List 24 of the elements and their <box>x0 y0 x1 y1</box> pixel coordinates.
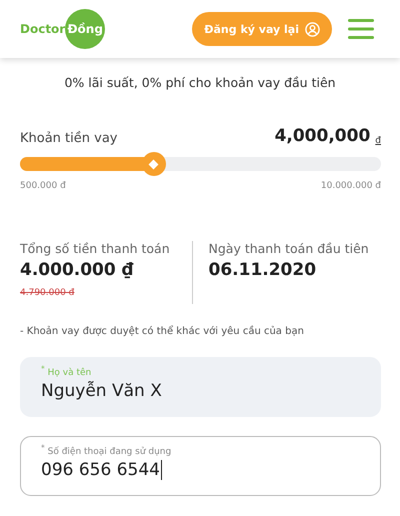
summary-value: 06.11.2020 <box>208 260 318 280</box>
amount-slider[interactable] <box>20 151 381 177</box>
loan-amount-value: 4,000,000 <box>274 126 370 146</box>
loan-amount-label: Khoản tiền vay <box>20 131 118 146</box>
currency-symbol: đ <box>375 136 381 146</box>
field-label: $^{*}$ Số điện thoại đang sử dụng <box>41 443 172 457</box>
original-price: 4.790.000 đ <box>20 288 76 298</box>
summary-label: Tổng số tiền thanh toán <box>20 241 171 256</box>
logo-badge: Đồng <box>65 9 106 49</box>
max-amount: 10.000.000 đ <box>320 181 381 191</box>
summary-label: Ngày thanh toán đầu tiên <box>208 241 370 256</box>
input-field[interactable]: $^{*}$ Số điện thoại đang sử dụng 096 656 6544 <box>20 436 381 496</box>
logo-text: Doctor <box>20 22 66 36</box>
input-field[interactable]: $^{*}$ Họ và tên Nguyễn Văn X <box>20 357 381 417</box>
slider-thumb[interactable] <box>142 152 166 176</box>
min-amount: 500.000 đ <box>20 181 66 191</box>
menu-icon[interactable] <box>348 19 374 39</box>
field-label: $^{*}$ Họ và tên <box>41 364 92 378</box>
user-icon <box>305 22 320 36</box>
summary-value: 4.000.000 ₫ <box>20 260 134 280</box>
disclaimer-text: - Khoản vay được duyệt có thể khác với yêu cầu của bạn <box>20 326 305 337</box>
field-value: Nguyễn Văn X <box>41 381 162 401</box>
field-value: 096 656 6544 <box>41 460 162 480</box>
promo-text: 0% lãi suất, 0% phí cho khoản vay đầu tiên <box>63 75 337 90</box>
